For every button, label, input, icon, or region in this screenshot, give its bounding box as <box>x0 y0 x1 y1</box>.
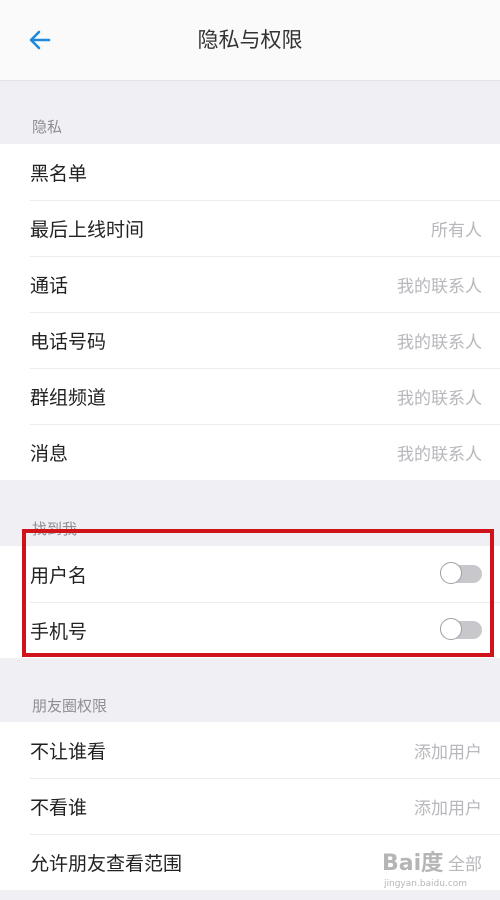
row-value: 添加用户 <box>414 742 482 763</box>
row-value: 全部 <box>448 854 482 875</box>
row-value: 添加用户 <box>414 798 482 819</box>
row-value: 我的联系人 <box>397 332 482 353</box>
row-value: 所有人 <box>431 220 482 241</box>
row-label: 消息 <box>30 442 69 465</box>
row-groups-channels[interactable]: 群组频道 我的联系人 <box>0 368 500 424</box>
row-label: 电话号码 <box>30 330 107 353</box>
row-value: 我的联系人 <box>397 276 482 297</box>
row-label: 不看谁 <box>30 796 88 819</box>
row-phone-number[interactable]: 电话号码 我的联系人 <box>0 312 500 368</box>
row-label: 允许朋友查看范围 <box>30 852 183 875</box>
row-blacklist[interactable]: 黑名单 <box>0 144 500 200</box>
row-value: 我的联系人 <box>397 388 482 409</box>
section-header-moments: 朋友圈权限 <box>32 697 108 715</box>
privacy-group: 黑名单 最后上线时间 所有人 通话 我的联系人 电话号码 我的联系人 群组频道 … <box>0 144 500 480</box>
section-header-find-me: 找到我 <box>32 520 78 538</box>
find-me-group: 用户名 手机号 <box>0 546 500 658</box>
row-value: 我的联系人 <box>397 444 482 465</box>
toggle-knob <box>440 618 462 640</box>
row-username[interactable]: 用户名 <box>0 546 500 602</box>
row-label: 用户名 <box>30 564 88 587</box>
row-hide-from[interactable]: 不让谁看 添加用户 <box>0 722 500 778</box>
row-label: 黑名单 <box>30 162 88 185</box>
row-label: 群组频道 <box>30 386 107 409</box>
row-label: 通话 <box>30 274 69 297</box>
moments-group: 不让谁看 添加用户 不看谁 添加用户 允许朋友查看范围 全部 <box>0 722 500 890</box>
row-label: 手机号 <box>30 620 88 643</box>
row-label: 不让谁看 <box>30 740 107 763</box>
username-toggle[interactable] <box>440 562 482 584</box>
row-last-seen[interactable]: 最后上线时间 所有人 <box>0 200 500 256</box>
row-calls[interactable]: 通话 我的联系人 <box>0 256 500 312</box>
row-messages[interactable]: 消息 我的联系人 <box>0 424 500 480</box>
row-visible-range[interactable]: 允许朋友查看范围 全部 <box>0 834 500 890</box>
row-dont-see[interactable]: 不看谁 添加用户 <box>0 778 500 834</box>
page-title: 隐私与权限 <box>197 28 303 52</box>
phone-toggle[interactable] <box>440 618 482 640</box>
top-bar: 隐私与权限 <box>0 0 500 81</box>
toggle-knob <box>440 562 462 584</box>
section-header-privacy: 隐私 <box>32 118 63 136</box>
row-label: 最后上线时间 <box>30 218 145 241</box>
row-phone[interactable]: 手机号 <box>0 602 500 658</box>
